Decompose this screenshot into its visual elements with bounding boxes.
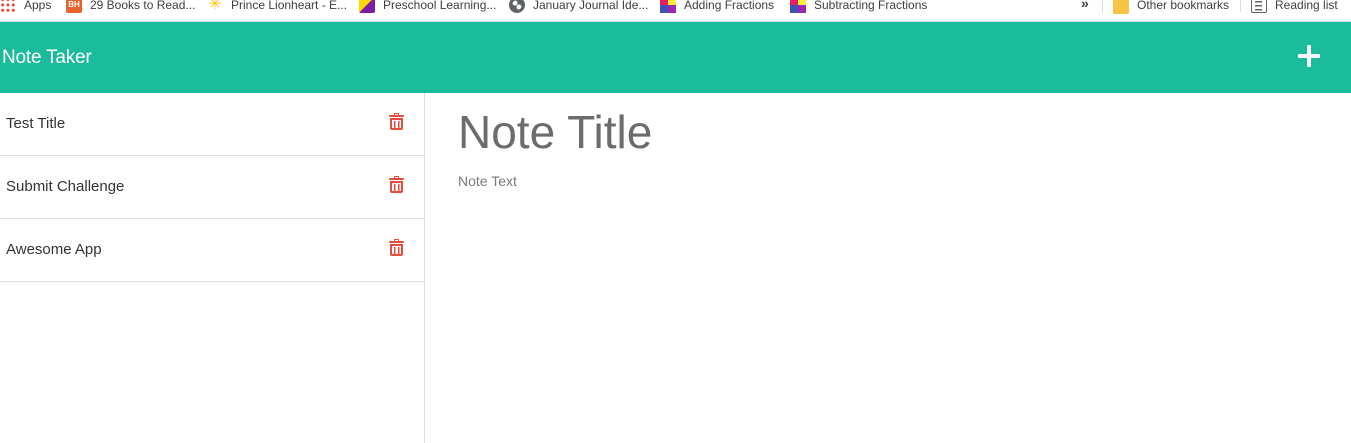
walmart-spark-icon: ✳ [208,0,222,13]
preschool-icon [359,0,375,13]
reading-list-icon [1251,0,1267,13]
note-title-input[interactable] [458,105,1318,159]
bookmark-january-journal[interactable]: January Journal Ide... [509,0,648,14]
trash-icon[interactable] [389,176,404,194]
navbar: Note Taker [0,22,1351,93]
other-bookmarks-label: Other bookmarks [1137,0,1230,12]
bookmark-prince-lionheart[interactable]: ✳ Prince Lionheart - E... [207,0,347,14]
bookmark-subtracting-fractions[interactable]: Subtracting Fractions [790,0,927,14]
note-item-title: Test Title [6,115,66,132]
folder-icon [1113,0,1129,14]
list-item[interactable]: Submit Challenge [0,156,424,219]
reading-list[interactable]: Reading list [1251,0,1338,14]
trash-icon[interactable] [389,239,404,257]
list-item[interactable]: Awesome App [0,219,424,282]
list-item[interactable]: Test Title [0,93,424,156]
bookmarks-divider [1102,0,1103,12]
bookmark-label: 29 Books to Read... [90,0,196,12]
notes-list: Test Title Submit Challenge Awesome App [0,93,425,443]
more-bookmarks-chevron-icon[interactable]: » [1081,0,1089,11]
note-text-area[interactable] [458,173,1318,423]
apps-grid-icon [0,0,16,13]
bookmark-label: Apps [24,0,52,12]
bookmark-label: Subtracting Fractions [814,0,928,12]
bookmark-adding-fractions[interactable]: Adding Fractions [660,0,774,14]
fractions-icon [790,0,806,13]
bookmark-books[interactable]: BH 29 Books to Read... [66,0,195,14]
bookmark-label: Preschool Learning... [383,0,497,12]
bookmark-label: Adding Fractions [684,0,775,12]
trash-icon[interactable] [389,113,404,131]
note-item-title: Awesome App [6,241,102,258]
reading-list-label: Reading list [1275,0,1338,12]
bookmarks-bar: Apps BH 29 Books to Read... ✳ Prince Lio… [0,0,1351,22]
bookmarks-divider [1240,0,1241,12]
bookmark-preschool[interactable]: Preschool Learning... [359,0,496,14]
bh-icon: BH [66,0,82,13]
bookmark-label: Prince Lionheart - E... [231,0,348,12]
note-item-title: Submit Challenge [6,178,125,195]
fractions-icon [660,0,676,13]
bookmark-label: January Journal Ide... [533,0,649,12]
note-editor [426,93,1351,443]
other-bookmarks[interactable]: Other bookmarks [1113,0,1229,14]
globe-icon [509,0,525,13]
navbar-brand[interactable]: Note Taker [2,22,92,93]
bookmark-apps[interactable]: Apps [0,0,51,14]
new-note-plus-icon[interactable] [1298,45,1320,67]
